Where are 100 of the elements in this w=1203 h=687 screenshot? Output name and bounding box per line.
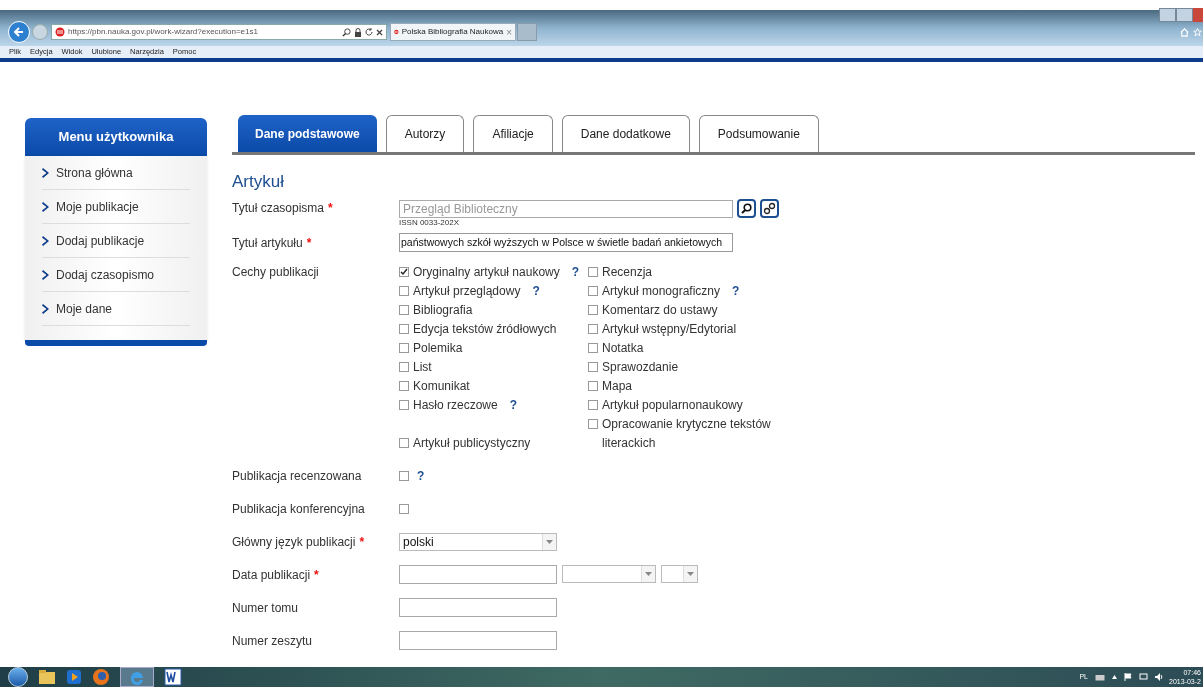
select-field[interactable] bbox=[562, 565, 656, 583]
day-input[interactable] bbox=[399, 565, 557, 584]
checkbox-label[interactable]: Artykuł monograficzny bbox=[602, 282, 721, 301]
checkbox[interactable] bbox=[588, 419, 598, 429]
checkbox[interactable] bbox=[399, 503, 409, 514]
checkbox-label[interactable]: Komentarz do ustawy bbox=[602, 301, 718, 320]
chevron-icon bbox=[42, 201, 50, 212]
text-input[interactable] bbox=[399, 598, 557, 617]
checkbox-label[interactable]: Sprawozdanie bbox=[602, 358, 679, 377]
refresh-icon[interactable] bbox=[365, 28, 373, 36]
checkbox-label[interactable]: Notatka bbox=[602, 339, 644, 358]
sidebar-item[interactable]: Dodaj publikacje bbox=[42, 224, 190, 258]
keyboard-icon[interactable] bbox=[1095, 673, 1105, 681]
checkbox[interactable] bbox=[399, 400, 409, 410]
browser-icon[interactable] bbox=[92, 668, 110, 686]
checkbox[interactable] bbox=[588, 324, 598, 334]
browser-taskbar-button[interactable] bbox=[120, 667, 154, 687]
checkbox[interactable] bbox=[588, 381, 598, 391]
site-icon bbox=[55, 27, 65, 37]
tab[interactable]: Dane podstawowe bbox=[238, 115, 377, 152]
field-label: Tytuł artykułu bbox=[232, 234, 303, 252]
flag-icon[interactable] bbox=[1124, 673, 1132, 681]
speaker-icon[interactable] bbox=[1155, 673, 1164, 681]
checkbox[interactable] bbox=[399, 305, 409, 315]
start-button[interactable] bbox=[8, 667, 28, 687]
checkbox[interactable] bbox=[588, 400, 598, 410]
search-button[interactable] bbox=[737, 199, 756, 218]
checkbox-label[interactable]: Polemika bbox=[413, 339, 463, 358]
checkbox-label[interactable]: Opracowanie krytyczne tekstów literackich bbox=[602, 415, 772, 453]
chevron-icon bbox=[42, 269, 50, 280]
caret-icon[interactable] bbox=[1112, 675, 1117, 679]
sidebar-item[interactable]: Moje publikacje bbox=[42, 190, 190, 224]
help-icon[interactable]: ? bbox=[732, 282, 740, 301]
search-icon bbox=[741, 203, 752, 214]
checkbox[interactable] bbox=[399, 438, 409, 448]
dropdown-arrow-icon bbox=[645, 572, 652, 576]
text-input[interactable] bbox=[399, 631, 557, 650]
checkbox[interactable] bbox=[588, 286, 598, 296]
sidebar-item[interactable]: Dodaj czasopismo bbox=[42, 258, 190, 292]
star-icon[interactable] bbox=[1193, 28, 1202, 37]
new-tab-button[interactable] bbox=[517, 23, 537, 41]
checkbox[interactable] bbox=[588, 267, 598, 277]
required-mark: * bbox=[359, 533, 365, 551]
checkbox-label[interactable]: Artykuł wstępny/Edytorial bbox=[602, 320, 737, 339]
checkbox-label[interactable]: Artykuł popularnonaukowy bbox=[602, 396, 743, 415]
link-button[interactable] bbox=[760, 199, 779, 218]
back-button[interactable] bbox=[8, 21, 30, 43]
chevron-icon bbox=[42, 235, 50, 246]
checkbox[interactable] bbox=[399, 470, 409, 481]
checkbox[interactable] bbox=[588, 362, 598, 372]
field-label: Publikacja recenzowana bbox=[232, 467, 362, 485]
field-label: Data publikacji bbox=[232, 566, 311, 584]
word-icon[interactable] bbox=[164, 668, 182, 686]
checkbox-label[interactable]: Oryginalny artykuł naukowy bbox=[413, 263, 560, 282]
checkbox-label[interactable]: Artykuł publicystyczny bbox=[413, 434, 531, 453]
checkbox[interactable] bbox=[399, 286, 409, 296]
help-icon[interactable]: ? bbox=[532, 282, 540, 301]
close-icon[interactable] bbox=[376, 28, 383, 36]
folder-icon[interactable] bbox=[38, 669, 56, 685]
sidebar-header: Menu użytkownika bbox=[25, 118, 207, 156]
checkbox[interactable] bbox=[588, 305, 598, 315]
checkbox-label[interactable]: Edycja tekstów źródłowych bbox=[413, 320, 557, 339]
checkbox-label[interactable]: Bibliografia bbox=[413, 301, 473, 320]
checkbox-label[interactable]: Komunikat bbox=[413, 377, 470, 396]
checkbox[interactable] bbox=[399, 267, 409, 277]
home-icon[interactable] bbox=[1180, 28, 1189, 37]
site-icon bbox=[394, 27, 399, 37]
tab[interactable]: Afiliacje bbox=[473, 115, 553, 152]
help-icon[interactable]: ? bbox=[417, 466, 425, 485]
checkbox[interactable] bbox=[399, 343, 409, 353]
tab[interactable]: Dane dodatkowe bbox=[561, 115, 690, 152]
checkbox-label[interactable]: Hasło rzeczowe bbox=[413, 396, 498, 415]
checkbox-label[interactable]: List bbox=[413, 358, 432, 377]
checkbox-label[interactable]: Artykuł przeglądowy bbox=[413, 282, 521, 301]
journal-input[interactable]: Przegląd Biblioteczny bbox=[399, 199, 733, 218]
media-player-icon[interactable] bbox=[66, 669, 82, 685]
title-input[interactable]: państwowych szkół wyższych w Polsce w świetle badań ankietowych bbox=[399, 233, 733, 252]
search-icon[interactable] bbox=[342, 27, 351, 37]
help-icon[interactable]: ? bbox=[571, 263, 580, 282]
sidebar-item[interactable]: Strona główna bbox=[42, 156, 190, 190]
tab[interactable]: Podsumowanie bbox=[698, 115, 819, 152]
checkbox[interactable] bbox=[588, 343, 598, 353]
checkbox[interactable] bbox=[399, 324, 409, 334]
forward-button[interactable] bbox=[32, 24, 48, 40]
field-label: Publikacja konferencyjna bbox=[232, 500, 365, 518]
tab[interactable]: Autorzy bbox=[385, 115, 465, 152]
required-mark: * bbox=[328, 200, 333, 217]
select-field[interactable]: polski bbox=[399, 532, 557, 551]
network-icon[interactable] bbox=[1139, 673, 1148, 681]
checkbox-label[interactable]: Recenzja bbox=[602, 263, 653, 282]
checkbox[interactable] bbox=[399, 381, 409, 391]
chevron-icon bbox=[42, 303, 50, 314]
sidebar-item[interactable]: Moje dane bbox=[42, 292, 190, 326]
browser-tab[interactable]: Polska Bibliografia Naukowa × bbox=[390, 23, 516, 41]
select-field[interactable] bbox=[661, 565, 698, 583]
window-controls[interactable] bbox=[1159, 8, 1203, 22]
help-icon[interactable]: ? bbox=[509, 396, 518, 415]
checkbox[interactable] bbox=[399, 362, 409, 372]
checkbox-label[interactable]: Mapa bbox=[602, 377, 633, 396]
address-bar[interactable]: https://pbn.nauka.gov.pl/work-wizard?execution=e1s1 bbox=[51, 24, 387, 40]
